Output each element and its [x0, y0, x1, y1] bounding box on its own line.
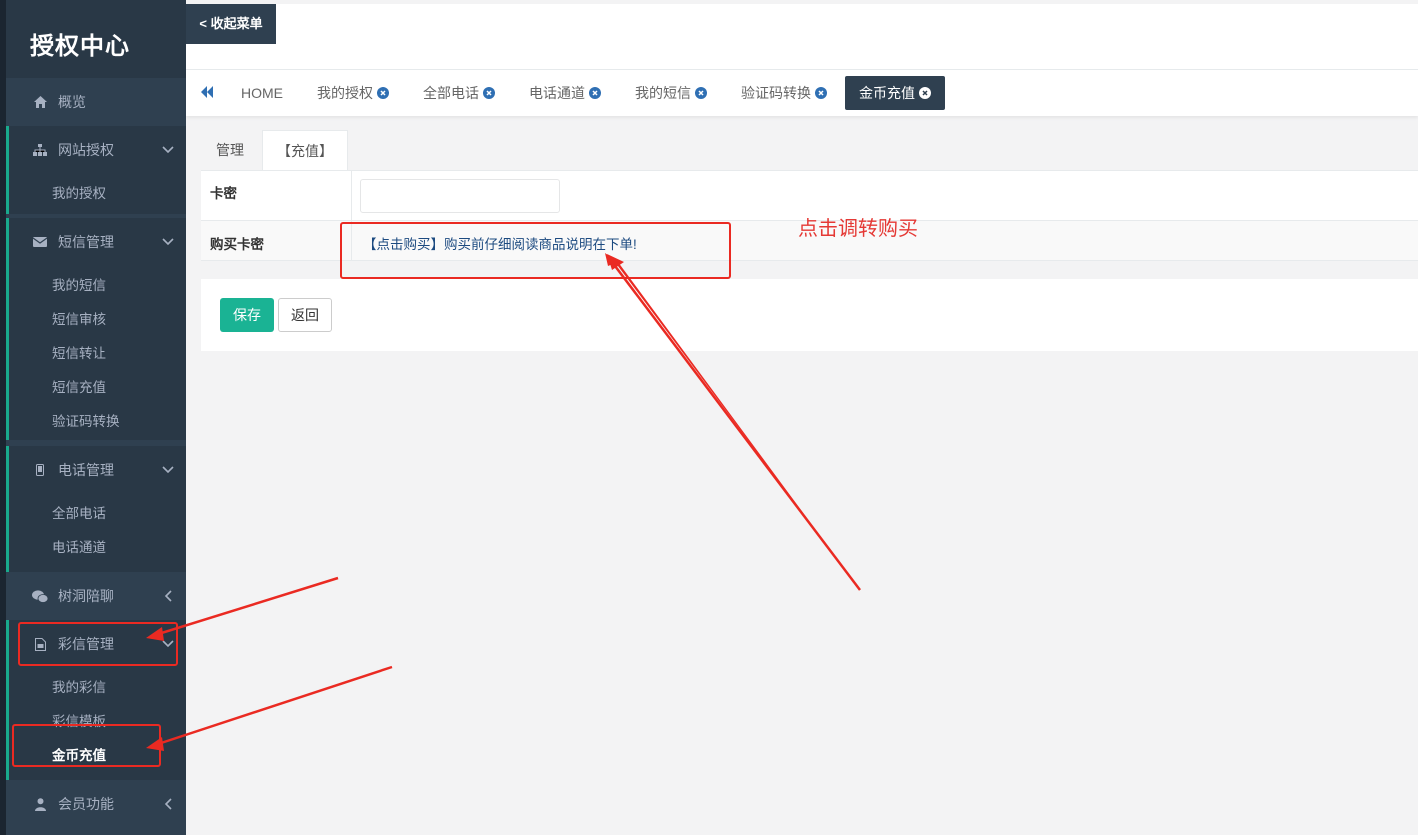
sidebar-item-label: 短信管理 — [58, 234, 114, 250]
buy-label: 购买卡密 — [210, 237, 264, 252]
chevron-down-icon — [162, 238, 174, 246]
tab-label: 电话通道 — [529, 85, 585, 101]
tab-bar: HOME 我的授权 全部电话 电话通道 我的短信 验证码转换 金币充值 — [186, 70, 1418, 116]
tab-label: 验证码转换 — [741, 85, 811, 101]
sidebar-item-overview[interactable]: 概览 — [6, 80, 186, 124]
sitemap-icon — [32, 144, 48, 156]
home-icon — [32, 96, 48, 108]
close-icon[interactable] — [695, 87, 707, 99]
close-icon[interactable] — [483, 87, 495, 99]
brand-area: 授权中心 — [6, 0, 186, 78]
highlight-box-coin-recharge — [12, 724, 161, 767]
chevron-down-icon — [162, 466, 174, 474]
card-key-input[interactable] — [360, 179, 560, 213]
sidebar-subitem-code-convert[interactable]: 验证码转换 — [52, 410, 120, 430]
save-button[interactable]: 保存 — [220, 298, 274, 332]
column-divider — [351, 171, 352, 220]
sidebar-subitem-my-auth[interactable]: 我的授权 — [52, 182, 106, 202]
sidebar-item-label: 概览 — [58, 94, 86, 110]
sidebar-item-phone[interactable]: 电话管理 — [6, 448, 186, 492]
arrow-shaft-coin — [151, 665, 393, 748]
subtab-manage[interactable]: 管理 — [216, 130, 262, 170]
tab-label: 金币充值 — [859, 85, 915, 101]
card-label: 卡密 — [210, 186, 237, 201]
close-icon[interactable] — [377, 87, 389, 99]
envelope-icon — [32, 237, 48, 247]
tab-home[interactable]: HOME — [241, 84, 283, 102]
sidebar-item-label: 网站授权 — [58, 142, 114, 158]
tab-scroll-left-icon[interactable] — [200, 85, 214, 101]
tab-my-sms[interactable]: 我的短信 — [635, 84, 707, 102]
tab-label: 全部电话 — [423, 85, 479, 101]
tab-phone-channel[interactable]: 电话通道 — [529, 84, 601, 102]
sidebar-item-member[interactable]: 会员功能 — [6, 782, 186, 826]
top-header — [186, 0, 1418, 70]
annotation-arrows — [146, 253, 861, 751]
sidebar-subitem-phone-channel[interactable]: 电话通道 — [52, 536, 106, 556]
tab-code-convert[interactable]: 验证码转换 — [741, 84, 827, 102]
form-actions: 保存 返回 — [201, 279, 1418, 351]
sidebar: 授权中心 概览 网站授权 我的授权 短信管理 我的短信 短信审核 短信转让 短信… — [0, 0, 186, 835]
highlight-box-buy-link — [340, 222, 731, 279]
sidebar-subitem-my-sms[interactable]: 我的短信 — [52, 274, 106, 294]
tab-coin-recharge[interactable]: 金币充值 — [845, 76, 945, 110]
annotation-note: 点击调转购买 — [798, 218, 918, 240]
close-icon[interactable] — [589, 87, 601, 99]
chevron-left-icon — [162, 590, 174, 602]
user-icon — [32, 797, 48, 811]
sidebar-subitem-my-mms[interactable]: 我的彩信 — [52, 676, 106, 696]
collapse-menu-button[interactable]: < 收起菜单 — [186, 4, 276, 44]
mobile-icon — [32, 464, 48, 476]
sidebar-subitem-all-phone[interactable]: 全部电话 — [52, 502, 106, 522]
close-icon[interactable] — [919, 87, 931, 99]
brand-title: 授权中心 — [30, 33, 130, 60]
sidebar-item-sms[interactable]: 短信管理 — [6, 220, 186, 264]
highlight-box-mms — [18, 622, 178, 666]
subtab-recharge[interactable]: 【充值】 — [262, 130, 348, 170]
close-icon[interactable] — [815, 87, 827, 99]
sidebar-item-site-auth[interactable]: 网站授权 — [6, 128, 186, 172]
sidebar-subitem-sms-transfer[interactable]: 短信转让 — [52, 342, 106, 362]
sidebar-subitem-sms-recharge[interactable]: 短信充值 — [52, 376, 106, 396]
tab-label: HOME — [241, 85, 283, 101]
sidebar-item-label: 电话管理 — [58, 462, 114, 478]
sidebar-subitem-sms-review[interactable]: 短信审核 — [52, 308, 106, 328]
chevron-left-icon — [162, 798, 174, 810]
tab-label: 我的短信 — [635, 85, 691, 101]
tab-my-auth[interactable]: 我的授权 — [317, 84, 389, 102]
back-button[interactable]: 返回 — [278, 298, 332, 332]
tab-label: 我的授权 — [317, 85, 373, 101]
wechat-icon — [32, 589, 48, 603]
sidebar-item-label: 会员功能 — [58, 796, 114, 812]
sidebar-item-chat[interactable]: 树洞陪聊 — [6, 574, 186, 618]
tab-all-phone[interactable]: 全部电话 — [423, 84, 495, 102]
chevron-down-icon — [162, 146, 174, 154]
sidebar-item-label: 树洞陪聊 — [58, 588, 114, 604]
